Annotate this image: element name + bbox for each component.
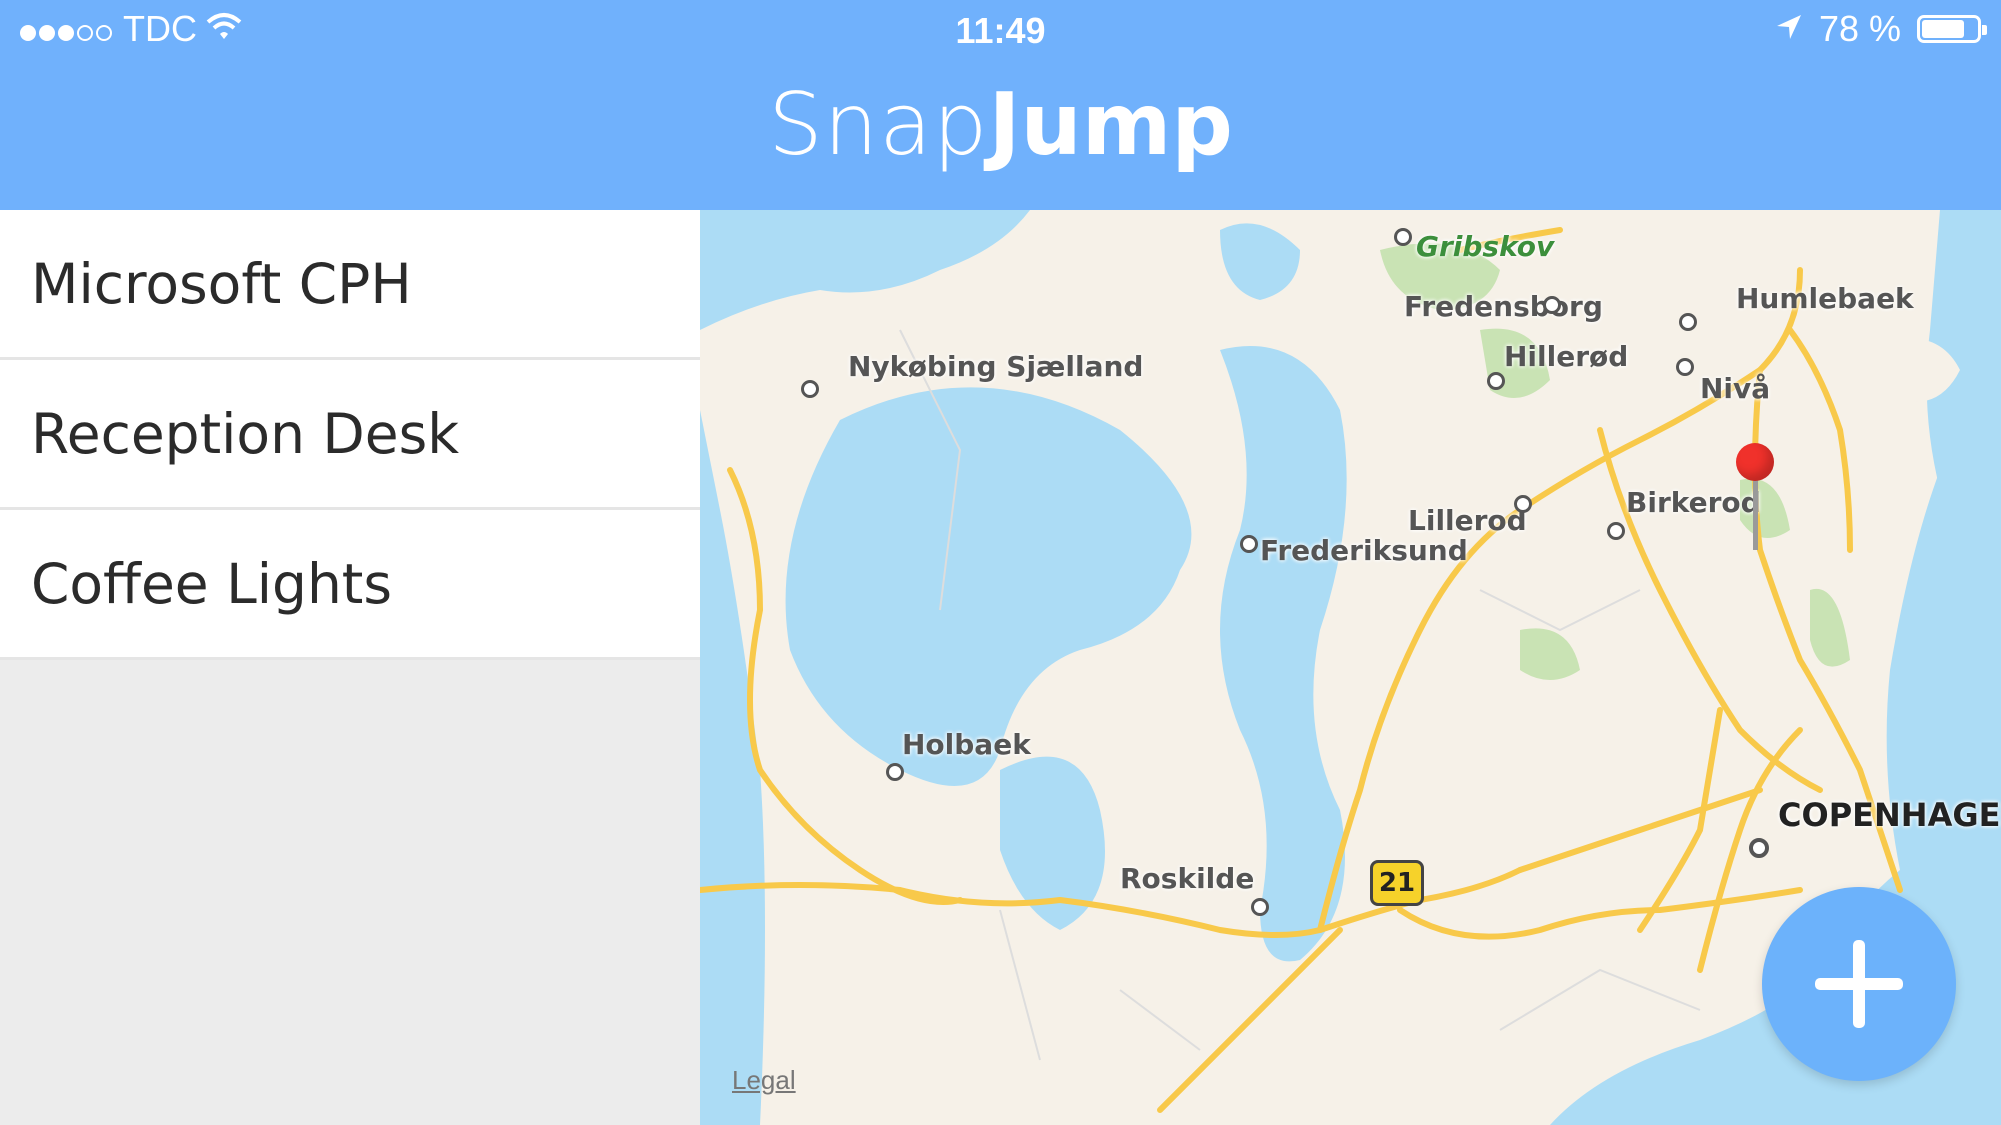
map-label-fredensborg: Fredensborg (1404, 290, 1603, 323)
map-pin-icon[interactable] (1736, 443, 1774, 481)
status-bar: TDC 11:49 78 % (0, 0, 2001, 62)
status-time: 11:49 (955, 10, 1046, 51)
city-dot (801, 380, 819, 398)
add-button[interactable] (1762, 887, 1956, 1081)
legal-link[interactable]: Legal (732, 1065, 796, 1096)
app-title: SnapJump (0, 70, 2001, 180)
map-label-roskilde: Roskilde (1120, 862, 1255, 895)
list-item-label: Microsoft CPH (31, 251, 412, 316)
map-label-copenhagen: COPENHAGEN (1778, 796, 2001, 834)
location-list: Microsoft CPH Reception Desk Coffee Ligh… (0, 210, 700, 660)
location-arrow-icon (1775, 8, 1803, 50)
map-label-hillerod: Hillerød (1504, 340, 1629, 373)
city-dot (1394, 228, 1412, 246)
list-item[interactable]: Reception Desk (0, 360, 700, 510)
map-pin-needle (1753, 478, 1758, 550)
list-item-label: Reception Desk (31, 401, 460, 466)
city-dot (1543, 296, 1561, 314)
app-title-jump: Jump (988, 75, 1233, 175)
status-right: 78 % (1775, 8, 1987, 50)
map-label-gribskov: Gribskov (1416, 230, 1555, 263)
city-dot (1251, 898, 1269, 916)
city-dot (1240, 535, 1258, 553)
map-label-holbaek: Holbaek (902, 728, 1031, 761)
map-label-birkerod: Birkerod (1626, 486, 1761, 519)
battery-percent: 78 % (1818, 8, 1901, 49)
city-dot (1607, 522, 1625, 540)
app-header: TDC 11:49 78 % SnapJump (0, 0, 2001, 210)
map-label-humlebaek: Humlebaek (1736, 282, 1914, 315)
battery-icon (1917, 15, 1987, 43)
city-dot (1487, 372, 1505, 390)
map-label-niva: Nivå (1700, 372, 1771, 405)
map-label-frederiksund: Frederiksund (1260, 534, 1468, 567)
city-dot (1749, 838, 1769, 858)
list-item-label: Coffee Lights (31, 551, 393, 616)
city-dot (886, 763, 904, 781)
road-shield: 21 (1370, 860, 1424, 906)
list-item[interactable]: Coffee Lights (0, 510, 700, 660)
list-item[interactable]: Microsoft CPH (0, 210, 700, 360)
map-label-lillerod: Lillerod (1408, 504, 1527, 537)
city-dot (1679, 313, 1697, 331)
app-title-snap: Snap (768, 75, 989, 175)
map-label-nykobing: Nykøbing Sjælland (848, 350, 1144, 383)
city-dot (1514, 495, 1532, 513)
city-dot (1676, 358, 1694, 376)
